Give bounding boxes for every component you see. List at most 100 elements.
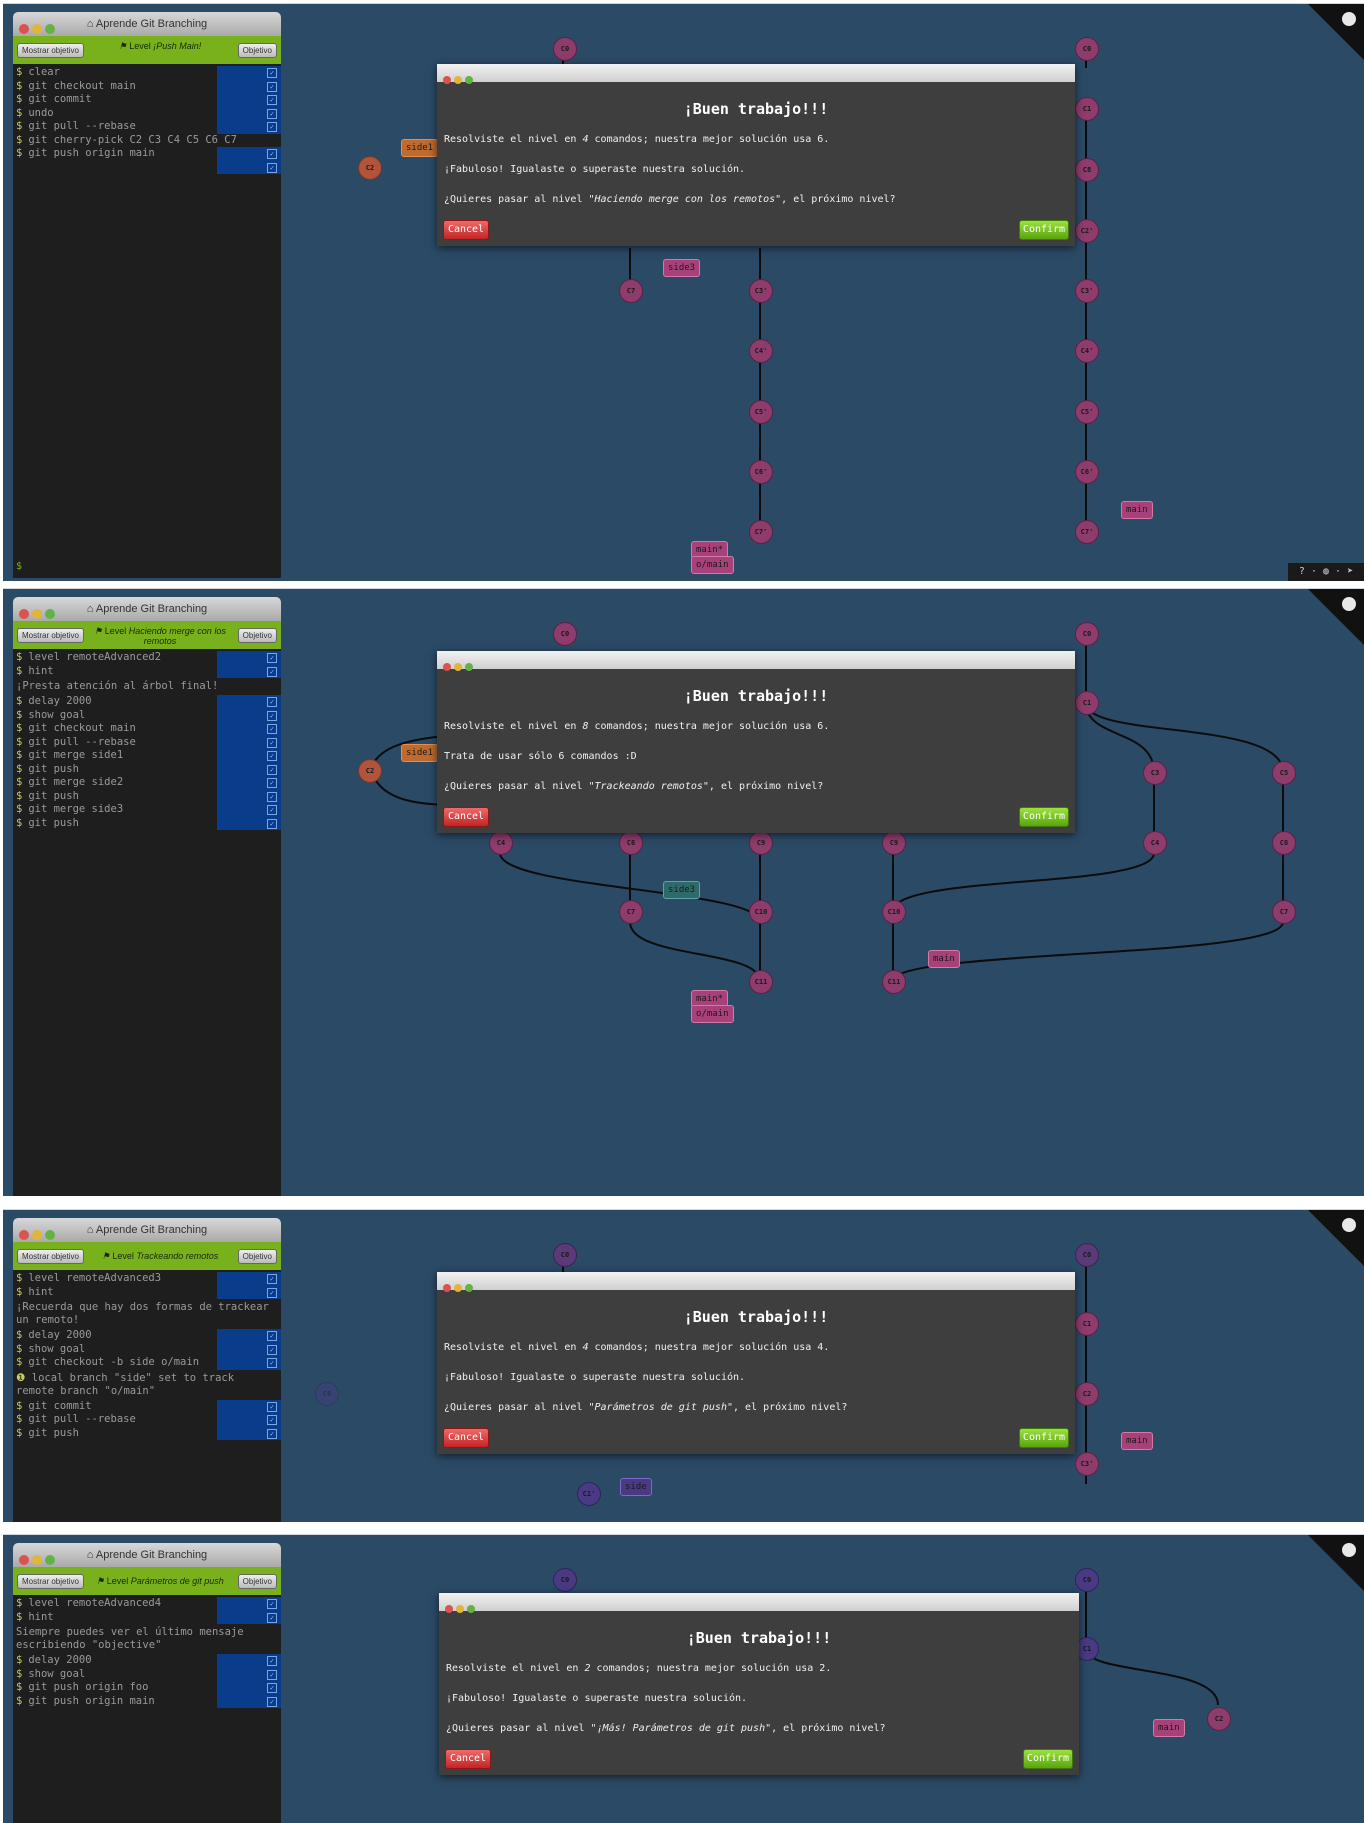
commit-node[interactable]: C7' xyxy=(1075,520,1099,544)
commit-node[interactable]: C4 xyxy=(1143,831,1167,855)
cancel-button[interactable]: Cancel xyxy=(443,1428,489,1448)
branch-label[interactable]: side3 xyxy=(663,259,701,277)
maximize-icon[interactable] xyxy=(465,1284,473,1292)
commit-node[interactable]: C7' xyxy=(749,520,773,544)
cancel-button[interactable]: Cancel xyxy=(445,1749,491,1769)
commit-node[interactable]: C0 xyxy=(1075,1243,1099,1267)
commit-node[interactable]: C11 xyxy=(749,970,773,994)
corner-ribbon[interactable] xyxy=(1308,4,1364,60)
commit-node[interactable]: C3 xyxy=(1143,761,1167,785)
confirm-button[interactable]: Confirm xyxy=(1019,220,1069,240)
commit-node[interactable]: C10 xyxy=(882,900,906,924)
branch-label[interactable]: main xyxy=(928,950,960,968)
corner-ribbon[interactable] xyxy=(1308,589,1364,645)
commit-node[interactable]: C7 xyxy=(619,279,643,303)
cancel-button[interactable]: Cancel xyxy=(443,807,489,827)
commit-node[interactable]: C7 xyxy=(619,900,643,924)
commit-node[interactable]: C4 xyxy=(489,831,513,855)
commit-node[interactable]: C3' xyxy=(1075,1452,1099,1476)
commit-node[interactable]: C9 xyxy=(749,831,773,855)
commit-node[interactable]: C7 xyxy=(1272,900,1296,924)
share-icon[interactable]: ➤ xyxy=(1347,566,1353,577)
confirm-button[interactable]: Confirm xyxy=(1019,807,1069,827)
branch-label[interactable]: o/main xyxy=(691,1005,734,1023)
commit-node[interactable]: C8 xyxy=(1075,158,1099,182)
minimize-icon[interactable] xyxy=(454,663,462,671)
dialog-title: ¡Buen trabajo!!! xyxy=(683,1308,829,1326)
confirm-button[interactable]: Confirm xyxy=(1023,1749,1073,1769)
level-panel-1: ⌂ Aprende Git Branching Mostrar objetivo… xyxy=(3,3,1364,581)
branch-label[interactable]: main xyxy=(1153,1719,1185,1737)
commit-node[interactable]: C0 xyxy=(553,1243,577,1267)
feedback-text: ¡Fabuloso! Igualaste o superaste nuestra… xyxy=(444,164,746,175)
minimize-icon[interactable] xyxy=(454,76,462,84)
commit-node[interactable]: C2 xyxy=(358,759,382,783)
octocat-icon[interactable] xyxy=(1342,1218,1356,1232)
commit-node[interactable]: C3' xyxy=(749,279,773,303)
commit-node[interactable]: C5' xyxy=(749,400,773,424)
octocat-icon[interactable] xyxy=(1342,1543,1356,1557)
commit-node[interactable]: C0 xyxy=(553,622,577,646)
close-icon[interactable] xyxy=(445,1605,453,1613)
close-icon[interactable] xyxy=(443,663,451,671)
result-text: Resolviste el nivel en 4 comandos; nuest… xyxy=(444,1342,830,1353)
commit-node[interactable]: C10 xyxy=(749,900,773,924)
commit-node[interactable]: C6 xyxy=(619,831,643,855)
commit-node[interactable]: C4' xyxy=(1075,339,1099,363)
commit-node[interactable]: C0 xyxy=(553,1568,577,1592)
branch-label[interactable]: main xyxy=(1121,501,1153,519)
branch-label[interactable]: side1 xyxy=(401,139,439,157)
level-panel-2: ⌂ Aprende Git Branching Mostrar objetivo… xyxy=(3,588,1364,1196)
corner-ribbon[interactable] xyxy=(1308,1535,1364,1591)
branch-label[interactable]: side3 xyxy=(663,881,701,899)
commit-node[interactable]: C5 xyxy=(1272,761,1296,785)
branch-label[interactable]: side1 xyxy=(401,744,439,762)
close-icon[interactable] xyxy=(443,76,451,84)
commit-node[interactable]: C0 xyxy=(1075,37,1099,61)
globe-icon[interactable]: ◍ xyxy=(1323,566,1329,577)
corner-ribbon[interactable] xyxy=(1308,1210,1364,1266)
dialog-title: ¡Buen trabajo!!! xyxy=(683,100,829,118)
commit-node[interactable]: C9 xyxy=(882,831,906,855)
maximize-icon[interactable] xyxy=(467,1605,475,1613)
cancel-button[interactable]: Cancel xyxy=(443,220,489,240)
commit-node[interactable]: C1' xyxy=(577,1482,601,1506)
commit-node[interactable]: C2 xyxy=(358,156,382,180)
branch-label[interactable]: o/main xyxy=(691,556,734,574)
commit-node[interactable]: C3' xyxy=(1075,279,1099,303)
minimize-icon[interactable] xyxy=(454,1284,462,1292)
commit-node[interactable]: C0 xyxy=(553,37,577,61)
commit-node[interactable]: C0 xyxy=(1075,1568,1099,1592)
level-panel-4: ⌂ Aprende Git Branching Mostrar objetivo… xyxy=(3,1534,1364,1823)
commit-node[interactable]: C1 xyxy=(1075,97,1099,121)
commit-node[interactable]: C2' xyxy=(1075,219,1099,243)
commit-node[interactable]: C2 xyxy=(1075,1382,1099,1406)
branch-label[interactable]: side xyxy=(620,1478,652,1496)
commit-node[interactable]: C11 xyxy=(882,970,906,994)
commit-node[interactable]: C1 xyxy=(1075,691,1099,715)
feedback-text: ¡Fabuloso! Igualaste o superaste nuestra… xyxy=(446,1693,748,1704)
maximize-icon[interactable] xyxy=(465,663,473,671)
commit-node[interactable]: C0 xyxy=(1075,622,1099,646)
commit-node[interactable]: C5' xyxy=(1075,400,1099,424)
dialog-titlebar xyxy=(437,64,1075,84)
branch-label[interactable]: main xyxy=(1121,1432,1153,1450)
commit-node[interactable]: C1 xyxy=(1075,1312,1099,1336)
commit-node[interactable]: C2 xyxy=(1207,1707,1231,1731)
octocat-icon[interactable] xyxy=(1342,12,1356,26)
commit-node[interactable]: C6 xyxy=(1272,831,1296,855)
commit-node[interactable]: C6' xyxy=(749,460,773,484)
result-text: Resolviste el nivel en 8 comandos; nuest… xyxy=(444,721,830,732)
dialog-titlebar xyxy=(437,651,1075,671)
confirm-button[interactable]: Confirm xyxy=(1019,1428,1069,1448)
octocat-icon[interactable] xyxy=(1342,597,1356,611)
success-dialog: ¡Buen trabajo!!! Resolviste el nivel en … xyxy=(437,651,1075,833)
maximize-icon[interactable] xyxy=(465,76,473,84)
help-icon[interactable]: ? xyxy=(1299,566,1305,577)
dialog-title: ¡Buen trabajo!!! xyxy=(686,1629,832,1647)
minimize-icon[interactable] xyxy=(456,1605,464,1613)
commit-node[interactable]: C6' xyxy=(1075,460,1099,484)
commit-node[interactable]: C4' xyxy=(749,339,773,363)
commit-node[interactable]: C0 xyxy=(315,1382,339,1406)
close-icon[interactable] xyxy=(443,1284,451,1292)
